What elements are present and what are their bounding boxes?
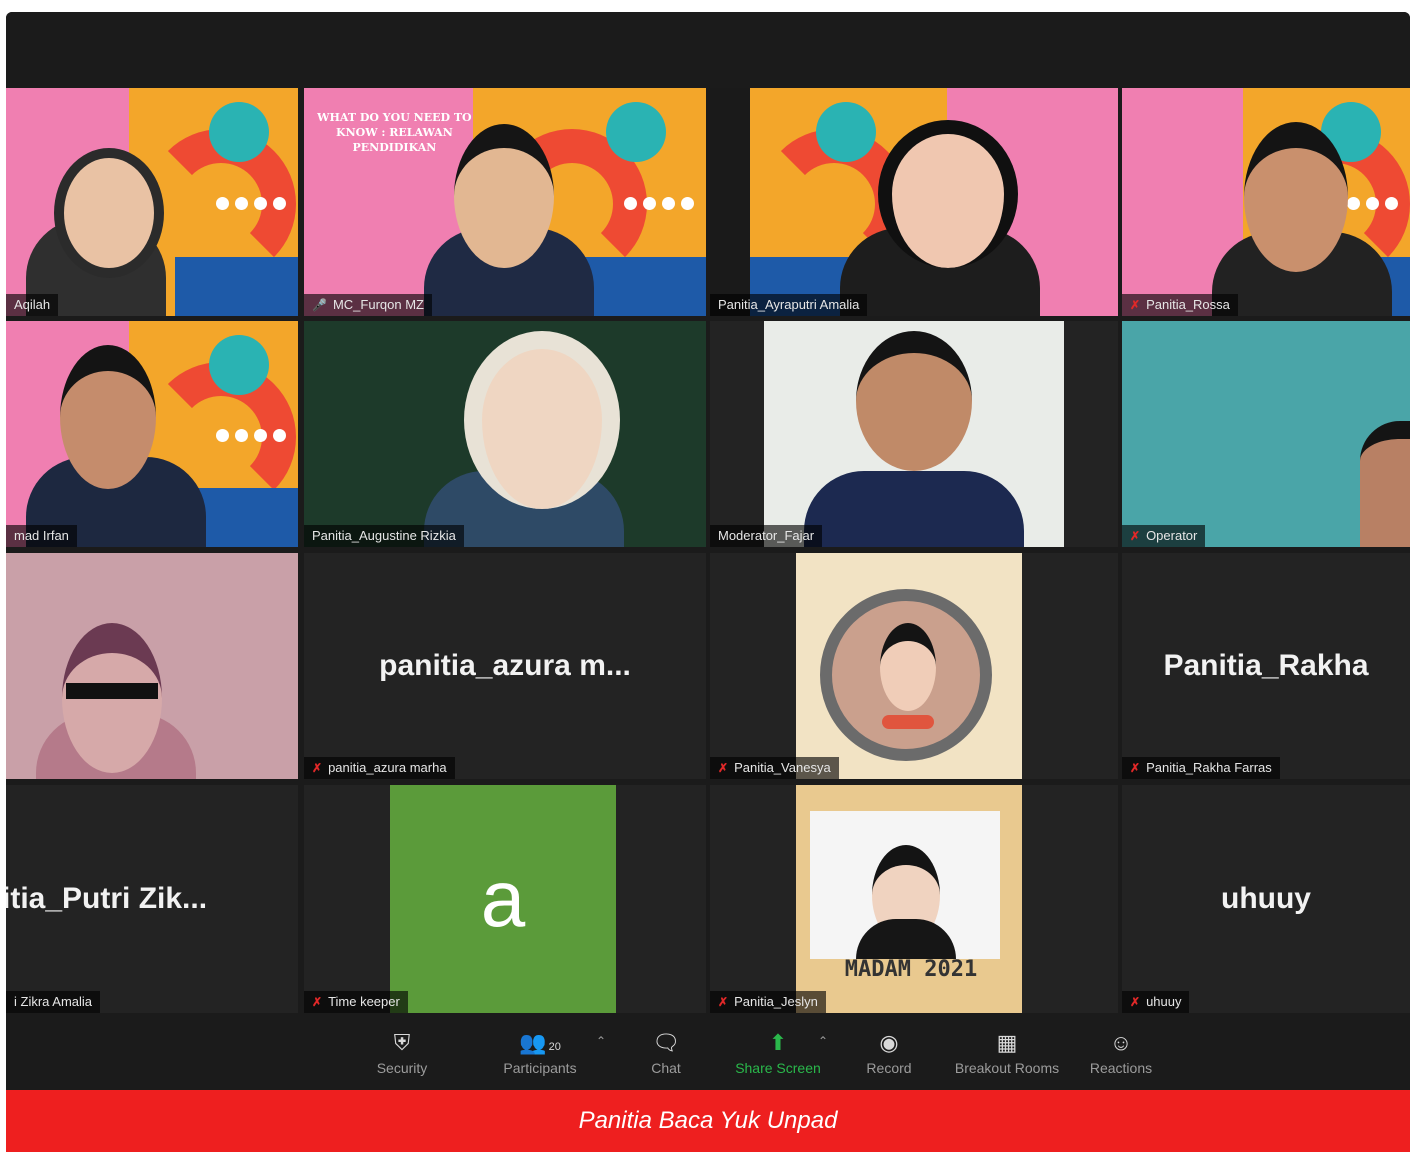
- mic-muted-icon: ✗: [1130, 761, 1141, 775]
- gallery-grid: Aqilah WHAT DO YOU NEED TO KNOW : RELAWA…: [6, 88, 1410, 1018]
- video-tile[interactable]: ✗ Operator: [1122, 321, 1410, 547]
- mic-muted-icon: ✗: [312, 761, 323, 775]
- participant-name: Aqilah: [6, 294, 59, 316]
- participant-name: ✗ Panitia_Jeslyn: [710, 991, 826, 1013]
- mic-muted-icon: ✗: [1130, 529, 1141, 543]
- participant-name: ✗ panitia_azura marha: [304, 757, 455, 779]
- top-bar: [6, 12, 1410, 88]
- mic-muted-icon: ✗: [718, 995, 729, 1009]
- video-tile[interactable]: Panitia_Rakha ✗ Panitia_Rakha Farras: [1122, 553, 1410, 779]
- record-button[interactable]: ◉ Record: [862, 1030, 916, 1076]
- mic-muted-icon: ✗: [1130, 298, 1141, 312]
- shield-icon: ⛨: [393, 1030, 411, 1055]
- video-tile[interactable]: [6, 553, 298, 779]
- security-button[interactable]: ⛨ Security: [372, 1030, 432, 1076]
- reactions-icon: ☺: [1109, 1030, 1133, 1055]
- chat-button[interactable]: 🗨 Chat: [646, 1030, 686, 1076]
- participant-name: Panitia_Ayraputri Amalia: [710, 294, 868, 316]
- participants-icon: 👥 20: [519, 1030, 561, 1055]
- participant-name: i Zikra Amalia: [6, 991, 101, 1013]
- slide-title: WHAT DO YOU NEED TO KNOW : RELAWAN PENDI…: [317, 111, 472, 154]
- profile-frame: [796, 553, 1022, 779]
- video-tile[interactable]: mad Irfan: [6, 321, 298, 547]
- participant-name: ✗ Panitia_Vanesya: [710, 757, 839, 779]
- participant-display-name: panitia_azura m...: [379, 649, 631, 682]
- record-icon: ◉: [879, 1030, 899, 1055]
- breakout-rooms-icon: ▦: [996, 1030, 1018, 1055]
- video-tile[interactable]: a ✗ Time keeper: [304, 785, 706, 1013]
- share-chevron-icon[interactable]: ⌃: [818, 1034, 828, 1048]
- profile-frame: MADAM 2021: [796, 785, 1022, 1013]
- video-tile[interactable]: Aqilah: [6, 88, 298, 316]
- participant-name: ✗ Panitia_Rakha Farras: [1122, 757, 1280, 779]
- mic-muted-icon: ✗: [312, 995, 323, 1009]
- breakout-rooms-button[interactable]: ▦ Breakout Rooms: [948, 1030, 1066, 1076]
- participant-display-name: uhuuy: [1221, 882, 1311, 915]
- participant-name: ✗ Operator: [1122, 525, 1206, 547]
- mic-icon: 🎤: [312, 298, 327, 312]
- participants-chevron-icon[interactable]: ⌃: [596, 1034, 606, 1048]
- video-tile-active-speaker[interactable]: Panitia_Ayraputri Amalia: [710, 88, 1118, 316]
- participant-name: ✗ Panitia_Rossa: [1122, 294, 1238, 316]
- video-tile[interactable]: Panitia_Augustine Rizkia: [304, 321, 706, 547]
- reactions-button[interactable]: ☺ Reactions: [1086, 1030, 1156, 1076]
- participants-button[interactable]: 👥 20 Participants: [490, 1030, 590, 1076]
- video-tile[interactable]: uhuuy ✗ uhuuy: [1122, 785, 1410, 1013]
- zoom-window: Aqilah WHAT DO YOU NEED TO KNOW : RELAWA…: [6, 12, 1410, 1090]
- avatar: a: [390, 785, 616, 1013]
- video-tile[interactable]: MADAM 2021 ✗ Panitia_Jeslyn: [710, 785, 1118, 1013]
- image-caption: Panitia Baca Yuk Unpad: [6, 1090, 1410, 1152]
- share-screen-button[interactable]: ⬆ Share Screen: [728, 1030, 828, 1076]
- participant-name: mad Irfan: [6, 525, 77, 547]
- participant-video: [1360, 421, 1410, 547]
- meeting-toolbar: ⛨ Security 👥 20 Participants ⌃ 🗨 Chat ⬆ S…: [6, 1018, 1410, 1090]
- participant-name: Panitia_Augustine Rizkia: [304, 525, 464, 547]
- mic-muted-icon: ✗: [718, 761, 729, 775]
- participant-video: [764, 321, 1064, 547]
- participant-name: Moderator_Fajar: [710, 525, 823, 547]
- participant-name: ✗ uhuuy: [1122, 991, 1190, 1013]
- frame-text: MADAM 2021: [844, 957, 978, 982]
- share-screen-icon: ⬆: [768, 1030, 788, 1055]
- video-tile[interactable]: Moderator_Fajar: [710, 321, 1118, 547]
- participant-display-name: Panitia_Rakha: [1163, 649, 1369, 682]
- video-tile[interactable]: panitia_azura m... ✗ panitia_azura marha: [304, 553, 706, 779]
- participant-name: ✗ Time keeper: [304, 991, 408, 1013]
- participants-count: 20: [548, 1041, 561, 1053]
- participant-display-name: itia_Putri Zik...: [6, 882, 208, 915]
- video-tile[interactable]: itia_Putri Zik... i Zikra Amalia: [6, 785, 298, 1013]
- mic-muted-icon: ✗: [1130, 995, 1141, 1009]
- video-tile[interactable]: WHAT DO YOU NEED TO KNOW : RELAWAN PENDI…: [304, 88, 706, 316]
- chat-icon: 🗨: [652, 1030, 680, 1055]
- video-tile[interactable]: ✗ Panitia_Vanesya: [710, 553, 1118, 779]
- video-tile[interactable]: ✗ Panitia_Rossa: [1122, 88, 1410, 316]
- participant-name: 🎤 MC_Furqon MZ: [304, 294, 432, 316]
